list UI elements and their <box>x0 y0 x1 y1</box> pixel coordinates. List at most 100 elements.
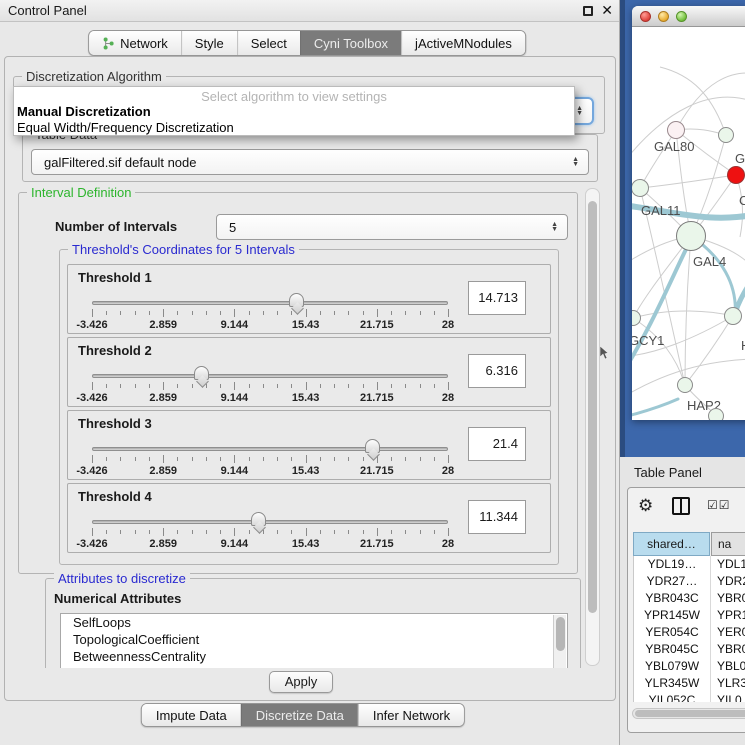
table-cell[interactable]: YPR1 <box>711 607 745 624</box>
slider-track[interactable] <box>92 520 448 524</box>
number-of-intervals-combobox[interactable]: 5 ▲▼ <box>216 214 568 240</box>
tab-select[interactable]: Select <box>237 31 300 55</box>
network-canvas[interactable]: GAL80GACGAL11GAL4GCY1HHAP2 <box>632 27 745 420</box>
close-icon[interactable]: ✕ <box>601 2 613 19</box>
table-row[interactable]: YBR045CYBR0 <box>634 641 745 658</box>
table-cell[interactable]: YDL19… <box>634 556 711 573</box>
table-cell[interactable]: YBL079W <box>634 658 711 675</box>
table-row[interactable]: YBL079WYBL0 <box>634 658 745 675</box>
network-node[interactable] <box>667 121 685 139</box>
split-pane-icon[interactable] <box>672 497 690 515</box>
scrollbar-thumb[interactable] <box>556 617 565 651</box>
network-node[interactable] <box>724 307 742 325</box>
scrollbar-thumb[interactable] <box>588 201 597 613</box>
list-item-betweennesscentrality[interactable]: BetweennessCentrality <box>61 648 567 665</box>
table-cell[interactable]: YLR345W <box>634 675 711 692</box>
threshold-2-label: Threshold 2 <box>78 343 152 358</box>
table-cell[interactable]: YDR2 <box>711 573 745 590</box>
threshold-4-value-field[interactable]: 11.344 <box>468 500 526 534</box>
threshold-1-panel: Threshold 1 -3.4262.8599.14415.4321.7152… <box>67 264 551 334</box>
table-cell[interactable]: YER0 <box>711 624 745 641</box>
settings-vertical-scrollbar[interactable] <box>585 188 600 666</box>
tab-style[interactable]: Style <box>181 31 237 55</box>
table-panel-inner: ⚙ ☑☑ shared… na YDL19…YDL1YDR27…YDR2YBR0… <box>627 487 745 733</box>
threshold-3-slider[interactable]: -3.4262.8599.14415.4321.71528 <box>92 437 448 479</box>
list-item-topologicalcoefficient[interactable]: TopologicalCoefficient <box>61 631 567 648</box>
interval-definition-title: Interval Definition <box>27 186 135 200</box>
table-data-combobox[interactable]: galFiltered.sif default node ▲▼ <box>31 149 589 175</box>
slider-handle[interactable] <box>289 293 304 307</box>
table-cell[interactable]: YIL052C <box>634 692 711 702</box>
threshold-3-label: Threshold 3 <box>78 416 152 431</box>
column-header-name[interactable]: na <box>711 532 745 556</box>
list-scrollbar[interactable] <box>553 615 566 668</box>
float-window-icon[interactable] <box>583 6 593 16</box>
table-cell[interactable]: YLR3 <box>711 675 745 692</box>
table-row[interactable]: YDR27…YDR2 <box>634 573 745 590</box>
network-node[interactable] <box>677 377 693 393</box>
threshold-4-label: Threshold 4 <box>78 489 152 504</box>
network-node[interactable] <box>727 166 745 184</box>
attributes-group-title: Attributes to discretize <box>54 571 190 586</box>
tab-label: Discretize Data <box>256 708 344 723</box>
network-node[interactable] <box>708 408 724 420</box>
table-cell[interactable]: YBR043C <box>634 590 711 607</box>
table-panel-title: Table Panel <box>634 465 702 480</box>
tab-infer-network[interactable]: Infer Network <box>358 704 464 726</box>
close-traffic-light-icon[interactable] <box>640 11 651 22</box>
table-cell[interactable]: YBR045C <box>634 641 711 658</box>
table-cell[interactable]: YBR0 <box>711 590 745 607</box>
threshold-3-value-field[interactable]: 21.4 <box>468 427 526 461</box>
tab-jactivemnodules[interactable]: jActiveMNodules <box>401 31 525 55</box>
table-row[interactable]: YDL19…YDL1 <box>634 556 745 573</box>
slider-track[interactable] <box>92 374 448 378</box>
table-cell[interactable]: YDL1 <box>711 556 745 573</box>
slider-track[interactable] <box>92 447 448 451</box>
threshold-4-panel: Threshold 4 -3.4262.8599.14415.4321.7152… <box>67 483 551 553</box>
threshold-2-value-field[interactable]: 6.316 <box>468 354 526 388</box>
slider-track[interactable] <box>92 301 448 305</box>
table-data-combobox-value: galFiltered.sif default node <box>32 155 572 170</box>
threshold-1-slider[interactable]: -3.4262.8599.14415.4321.71528 <box>92 291 448 333</box>
threshold-1-value-field[interactable]: 14.713 <box>468 281 526 315</box>
scrollbar-thumb[interactable] <box>635 710 745 717</box>
tab-label: Infer Network <box>373 708 450 723</box>
slider-handle[interactable] <box>365 439 380 453</box>
table-row[interactable]: YER054CYER0 <box>634 624 745 641</box>
table-horizontal-scrollbar[interactable] <box>632 708 745 719</box>
apply-button[interactable]: Apply <box>269 671 333 693</box>
select-columns-icon[interactable]: ☑☑ <box>707 498 731 512</box>
table-row[interactable]: YBR043CYBR0 <box>634 590 745 607</box>
column-header-shared[interactable]: shared… <box>633 532 710 556</box>
attributes-group: Attributes to discretize Numerical Attri… <box>45 578 581 668</box>
slider-handle[interactable] <box>251 512 266 526</box>
list-item-selfloops[interactable]: SelfLoops <box>61 614 567 631</box>
tab-network[interactable]: Network <box>89 31 181 55</box>
threshold-2-slider[interactable]: -3.4262.8599.14415.4321.71528 <box>92 364 448 406</box>
table-cell[interactable]: YBL0 <box>711 658 745 675</box>
tab-discretize-data[interactable]: Discretize Data <box>241 704 358 726</box>
table-cell[interactable]: YER054C <box>634 624 711 641</box>
table-cell[interactable]: YDR27… <box>634 573 711 590</box>
dropdown-item-manual-discretization[interactable]: Manual Discretization <box>14 104 574 120</box>
table-row[interactable]: YPR145WYPR1 <box>634 607 745 624</box>
table-cell[interactable]: YBR0 <box>711 641 745 658</box>
zoom-traffic-light-icon[interactable] <box>676 11 687 22</box>
slider-handle[interactable] <box>194 366 209 380</box>
threshold-1-label: Threshold 1 <box>78 270 152 285</box>
table-data-group: Table Data galFiltered.sif default node … <box>22 134 598 182</box>
table-row[interactable]: YIL052CYIL0 <box>634 692 745 702</box>
tab-impute-data[interactable]: Impute Data <box>142 704 241 726</box>
control-panel-titlebar: Control Panel ✕ <box>0 0 619 22</box>
gear-icon[interactable]: ⚙ <box>638 496 653 516</box>
network-node[interactable] <box>676 221 706 251</box>
network-node[interactable] <box>718 127 734 143</box>
tab-label: Impute Data <box>156 708 227 723</box>
table-cell[interactable]: YIL0 <box>711 692 745 702</box>
tab-cyni-toolbox[interactable]: Cyni Toolbox <box>300 31 401 55</box>
threshold-4-slider[interactable]: -3.4262.8599.14415.4321.71528 <box>92 510 448 552</box>
minimize-traffic-light-icon[interactable] <box>658 11 669 22</box>
dropdown-item-equal-width-frequency[interactable]: Equal Width/Frequency Discretization <box>14 120 574 136</box>
table-cell[interactable]: YPR145W <box>634 607 711 624</box>
table-row[interactable]: YLR345WYLR3 <box>634 675 745 692</box>
